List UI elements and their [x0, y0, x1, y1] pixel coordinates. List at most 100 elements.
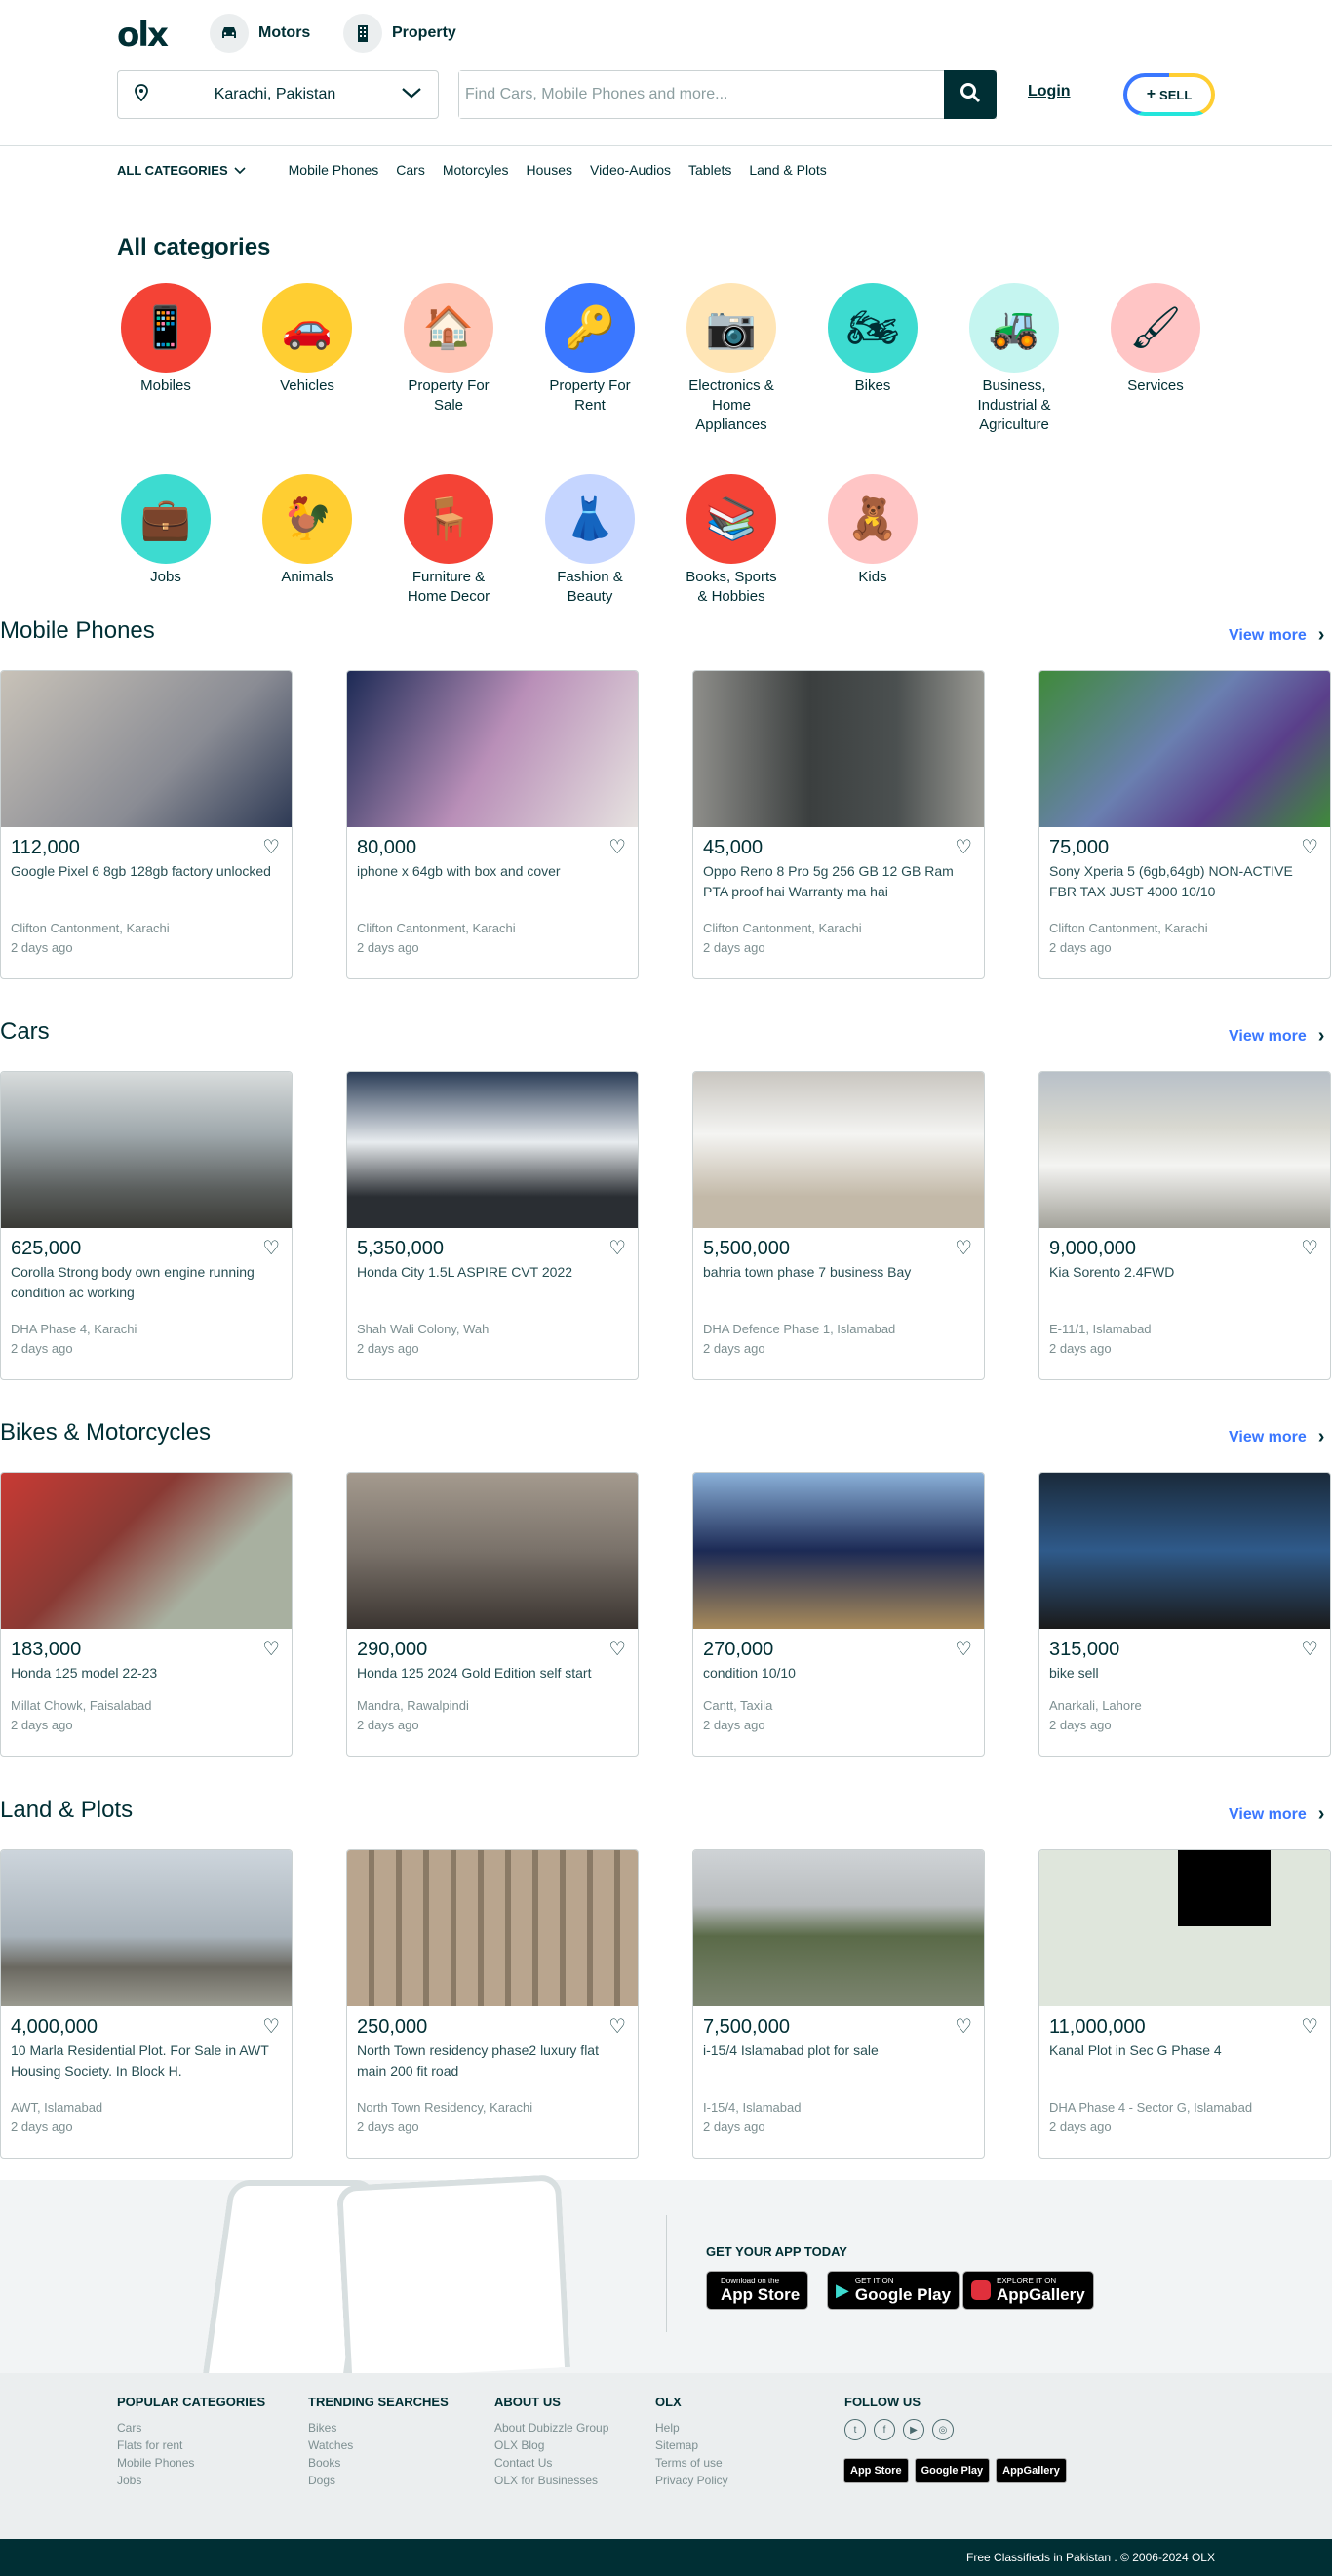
heart-icon[interactable]: ♡: [1301, 835, 1318, 859]
listing-card[interactable]: 80,000 ♡ iphone x 64gb with box and cover C…: [346, 670, 639, 979]
view-more-link[interactable]: View more ›: [1229, 1426, 1324, 1448]
footer-link[interactable]: Bikes: [308, 2419, 449, 2437]
chevron-down-icon: [234, 163, 246, 178]
category-jobs[interactable]: 💼 Jobs: [117, 474, 215, 587]
youtube-icon[interactable]: ▶: [903, 2419, 924, 2440]
footer-link[interactable]: Books: [308, 2454, 449, 2472]
listing-card[interactable]: 315,000 ♡ bike sell Anarkali, Lahore 2 days …: [1038, 1472, 1331, 1757]
google-play-button[interactable]: ▶ GET IT ON Google Play: [827, 2271, 960, 2310]
footer-link[interactable]: Dogs: [308, 2472, 449, 2489]
category-property-sale[interactable]: 🏠 Property For Sale: [400, 283, 497, 416]
listing-card[interactable]: 4,000,000 ♡ 10 Marla Residential Plot. For…: [0, 1849, 293, 2159]
instagram-icon[interactable]: ◎: [932, 2419, 954, 2440]
view-more-link[interactable]: View more ›: [1229, 624, 1324, 647]
heart-icon[interactable]: ♡: [608, 835, 626, 859]
heart-icon[interactable]: ♡: [262, 1236, 280, 1260]
footer-link[interactable]: OLX Blog: [494, 2437, 608, 2454]
heart-icon[interactable]: ♡: [608, 1236, 626, 1260]
listing-date: 2 days ago: [1049, 940, 1112, 955]
category-kids[interactable]: 🧸 Kids: [824, 474, 921, 587]
location-value: Karachi, Pakistan: [214, 86, 336, 102]
category-bikes[interactable]: 🏍 Bikes: [824, 283, 921, 396]
listing-location: I-15/4, Islamabad: [703, 2100, 802, 2115]
listing-card[interactable]: 5,350,000 ♡ Honda City 1.5L ASPIRE CVT 202…: [346, 1071, 639, 1380]
category-label: Property For Sale: [408, 377, 490, 414]
footer-link[interactable]: Mobile Phones: [117, 2454, 265, 2472]
catnav-item[interactable]: Cars: [396, 162, 425, 178]
app-store-button[interactable]: Download on the App Store: [706, 2271, 809, 2310]
twitter-icon[interactable]: t: [844, 2419, 866, 2440]
category-business[interactable]: 🚜 Business, Industrial & Agriculture: [965, 283, 1063, 435]
view-more-link[interactable]: View more ›: [1229, 1025, 1324, 1048]
listing-card[interactable]: 75,000 ♡ Sony Xperia 5 (6gb,64gb) NON-ACTI…: [1038, 670, 1331, 979]
footer-link[interactable]: Sitemap: [655, 2437, 728, 2454]
footer-link[interactable]: Watches: [308, 2437, 449, 2454]
listing-card[interactable]: 112,000 ♡ Google Pixel 6 8gb 128gb factory…: [0, 670, 293, 979]
listing-card[interactable]: 625,000 ♡ Corolla Strong body own engine r…: [0, 1071, 293, 1380]
footer-link[interactable]: Privacy Policy: [655, 2472, 728, 2489]
catnav-item[interactable]: Mobile Phones: [289, 162, 379, 178]
vertical-property[interactable]: Property: [343, 14, 456, 53]
heart-icon[interactable]: ♡: [608, 1637, 626, 1661]
location-pin-icon: [134, 83, 149, 106]
category-services[interactable]: 🖌 Services: [1107, 283, 1204, 396]
listing-title: i-15/4 Islamabad plot for sale: [703, 2042, 879, 2058]
category-mobiles[interactable]: 📱 Mobiles: [117, 283, 215, 396]
heart-icon[interactable]: ♡: [1301, 1236, 1318, 1260]
footer-link[interactable]: Flats for rent: [117, 2437, 265, 2454]
all-categories-dropdown[interactable]: ALL CATEGORIES: [117, 163, 246, 178]
listing-card[interactable]: 270,000 ♡ condition 10/10 Cantt, Taxila 2 da…: [692, 1472, 985, 1757]
heart-icon[interactable]: ♡: [955, 2014, 972, 2039]
search-input[interactable]: [459, 71, 996, 118]
search-button[interactable]: [944, 70, 997, 119]
category-vehicles[interactable]: 🚗 Vehicles: [258, 283, 356, 396]
category-animals[interactable]: 🐓 Animals: [258, 474, 356, 587]
category-fashion[interactable]: 👗 Fashion & Beauty: [541, 474, 639, 607]
sell-button[interactable]: + SELL: [1123, 73, 1215, 116]
catnav-item[interactable]: Motorcyles: [443, 162, 509, 178]
heart-icon[interactable]: ♡: [1301, 2014, 1318, 2039]
heart-icon[interactable]: ♡: [955, 1637, 972, 1661]
footer-link[interactable]: Cars: [117, 2419, 265, 2437]
chevron-right-icon: ›: [1317, 1426, 1325, 1447]
catnav-item[interactable]: Video-Audios: [590, 162, 671, 178]
app-gallery-button[interactable]: EXPLORE IT ON AppGallery: [962, 2271, 1094, 2310]
listing-card[interactable]: 183,000 ♡ Honda 125 model 22-23 Millat Chow…: [0, 1472, 293, 1757]
footer-link[interactable]: Terms of use: [655, 2454, 728, 2472]
heart-icon[interactable]: ♡: [262, 1637, 280, 1661]
listing-card[interactable]: 290,000 ♡ Honda 125 2024 Gold Edition self…: [346, 1472, 639, 1757]
category-books[interactable]: 📚 Books, Sports & Hobbies: [683, 474, 780, 607]
vertical-motors[interactable]: Motors: [210, 14, 310, 53]
catnav-item[interactable]: Tablets: [688, 162, 731, 178]
category-furniture[interactable]: 🪑 Furniture & Home Decor: [400, 474, 497, 607]
heart-icon[interactable]: ♡: [955, 835, 972, 859]
view-more-link[interactable]: View more ›: [1229, 1803, 1324, 1826]
category-electronics[interactable]: 📷 Electronics & Home Appliances: [683, 283, 780, 435]
facebook-icon[interactable]: f: [874, 2419, 895, 2440]
footer-link[interactable]: Help: [655, 2419, 728, 2437]
listing-card[interactable]: 45,000 ♡ Oppo Reno 8 Pro 5g 256 GB 12 GB R…: [692, 670, 985, 979]
listing-card[interactable]: 5,500,000 ♡ bahria town phase 7 business B…: [692, 1071, 985, 1380]
heart-icon[interactable]: ♡: [955, 1236, 972, 1260]
footer-link[interactable]: OLX for Businesses: [494, 2472, 608, 2489]
category-property-rent[interactable]: 🔑 Property For Rent: [541, 283, 639, 416]
google-play-button[interactable]: Google Play: [914, 2458, 991, 2483]
listing-card[interactable]: 9,000,000 ♡ Kia Sorento 2.4FWD E-11/1, Isla…: [1038, 1071, 1331, 1380]
olx-logo[interactable]: olx: [117, 16, 169, 55]
heart-icon[interactable]: ♡: [608, 2014, 626, 2039]
listing-card[interactable]: 11,000,000 ♡ Kanal Plot in Sec G Phase 4 DH…: [1038, 1849, 1331, 2159]
footer-link[interactable]: Jobs: [117, 2472, 265, 2489]
listing-card[interactable]: 250,000 ♡ North Town residency phase2 luxu…: [346, 1849, 639, 2159]
footer-link[interactable]: Contact Us: [494, 2454, 608, 2472]
listing-card[interactable]: 7,500,000 ♡ i-15/4 Islamabad plot for sale…: [692, 1849, 985, 2159]
login-link[interactable]: Login: [1028, 83, 1071, 100]
app-gallery-button[interactable]: AppGallery: [996, 2458, 1067, 2483]
catnav-item[interactable]: Houses: [527, 162, 572, 178]
catnav-item[interactable]: Land & Plots: [749, 162, 826, 178]
heart-icon[interactable]: ♡: [262, 2014, 280, 2039]
location-selector[interactable]: Karachi, Pakistan: [117, 70, 439, 119]
heart-icon[interactable]: ♡: [262, 835, 280, 859]
heart-icon[interactable]: ♡: [1301, 1637, 1318, 1661]
footer-link[interactable]: About Dubizzle Group: [494, 2419, 608, 2437]
app-store-button[interactable]: App Store: [843, 2458, 909, 2483]
